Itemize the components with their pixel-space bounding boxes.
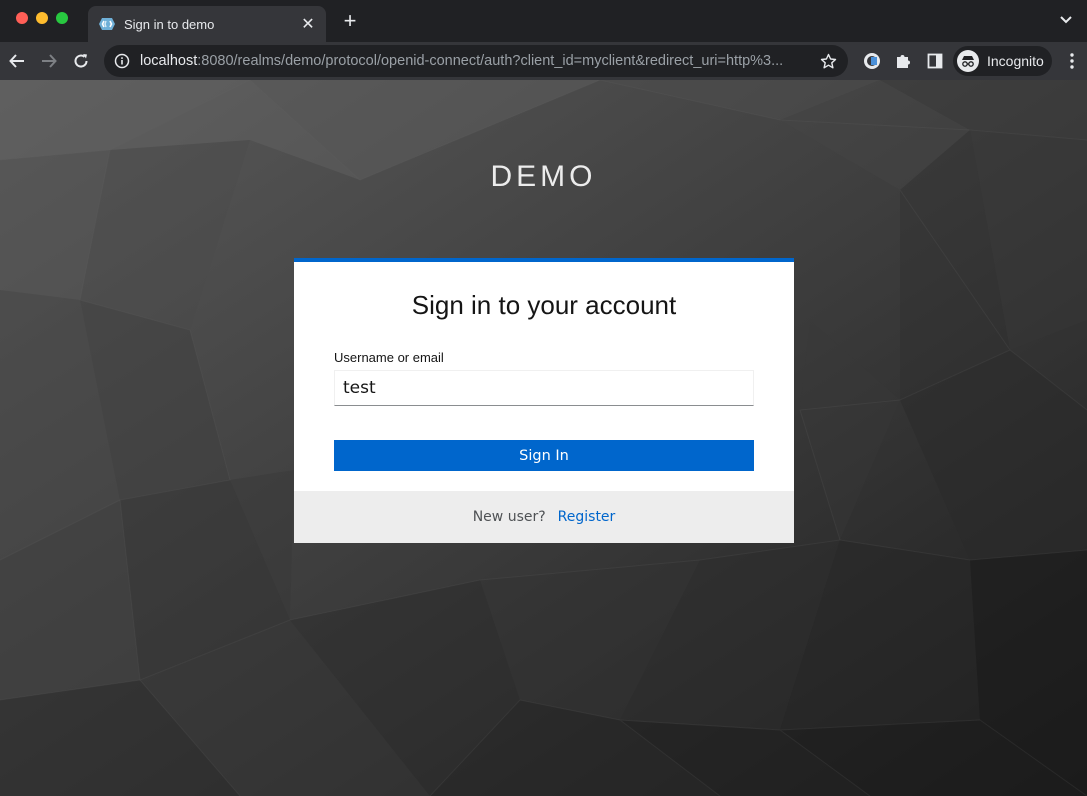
sign-in-button[interactable]: Sign In [334, 440, 754, 471]
username-input[interactable] [334, 370, 754, 406]
bookmark-star-icon[interactable] [818, 53, 838, 70]
reload-icon[interactable] [69, 49, 93, 73]
back-arrow-icon[interactable] [5, 49, 29, 73]
login-page: DEMO Sign in to your account Username or… [0, 80, 1087, 796]
minimize-window-button[interactable] [36, 12, 48, 24]
browser-toolbar: localhost:8080/realms/demo/protocol/open… [0, 42, 1087, 80]
password-manager-extension-icon[interactable] [860, 49, 884, 73]
browser-menu-icon[interactable] [1060, 49, 1084, 73]
card-title: Sign in to your account [411, 290, 677, 320]
incognito-profile-button[interactable]: Incognito [953, 46, 1052, 76]
tab-close-icon[interactable]: ✕ [300, 14, 316, 34]
forward-arrow-icon[interactable] [37, 49, 61, 73]
tab-search-chevron-icon[interactable] [1059, 12, 1073, 26]
url-path: :8080/realms/demo/protocol/openid-connec… [197, 53, 784, 69]
close-window-button[interactable] [16, 12, 28, 24]
url-text: localhost:8080/realms/demo/protocol/open… [140, 53, 818, 69]
login-form: Username or email [334, 350, 754, 406]
address-bar[interactable]: localhost:8080/realms/demo/protocol/open… [104, 45, 848, 77]
tab-title: Sign in to demo [124, 16, 215, 32]
extensions-puzzle-icon[interactable] [891, 49, 915, 73]
site-info-icon[interactable] [114, 53, 130, 69]
url-host: localhost [140, 53, 198, 69]
register-link[interactable]: Register [558, 509, 616, 525]
new-tab-button[interactable]: + [338, 8, 362, 34]
login-card: Sign in to your account Username or emai… [294, 258, 794, 543]
username-label: Username or email [334, 350, 444, 365]
tab-sign-in[interactable]: Sign in to demo ✕ [88, 6, 326, 42]
browser-tab-bar: Sign in to demo ✕ + [0, 0, 1087, 42]
incognito-icon [957, 50, 979, 72]
realm-title: DEMO [490, 160, 597, 193]
keycloak-favicon-icon [98, 15, 116, 33]
profile-label: Incognito [987, 53, 1044, 69]
registration-footer: New user? Register [294, 491, 794, 543]
maximize-window-button[interactable] [56, 12, 68, 24]
new-user-text: New user? [472, 509, 546, 525]
side-panel-icon[interactable] [923, 49, 947, 73]
